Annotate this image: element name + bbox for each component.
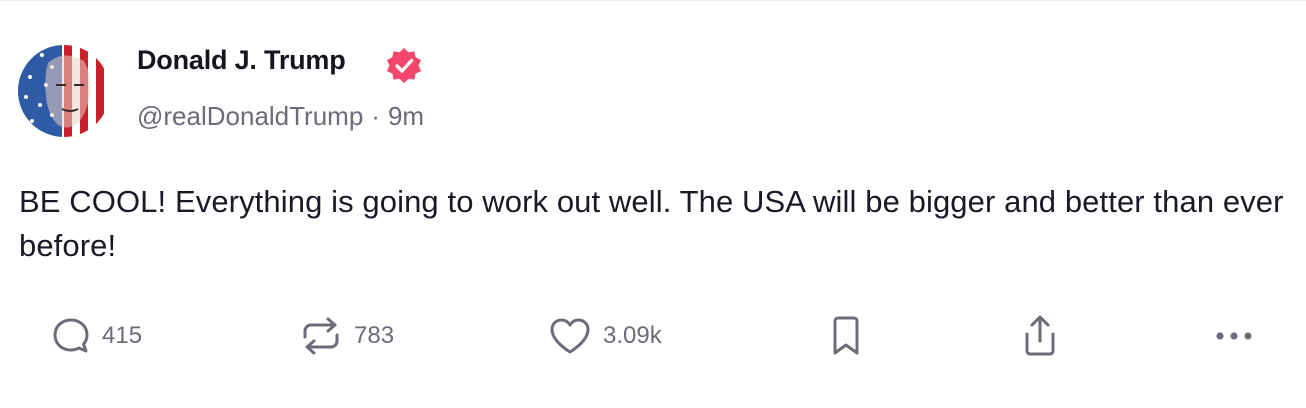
author-meta: @realDonaldTrump · 9m (137, 101, 424, 132)
post-card: Donald J. Trump @realDonaldTrump · 9m BE C… (0, 0, 1306, 408)
repost-button[interactable]: 783 (298, 314, 394, 358)
avatar[interactable] (18, 45, 110, 137)
author-display-name[interactable]: Donald J. Trump (137, 45, 346, 76)
reply-count: 415 (102, 322, 143, 349)
like-button[interactable]: 3.09k (547, 314, 662, 358)
share-button[interactable] (1018, 314, 1062, 358)
author-handle[interactable]: @realDonaldTrump (137, 101, 363, 131)
meta-separator: · (371, 101, 380, 131)
bookmark-icon (826, 314, 866, 358)
more-icon (1212, 326, 1256, 346)
verified-badge-icon (384, 46, 424, 86)
heart-icon (547, 315, 593, 357)
post-timestamp[interactable]: 9m (388, 101, 424, 131)
repost-count: 783 (354, 322, 395, 349)
repost-icon (298, 315, 344, 357)
like-count: 3.09k (603, 322, 662, 349)
more-options-button[interactable] (1212, 314, 1256, 358)
reply-icon (50, 315, 92, 357)
bookmark-button[interactable] (826, 314, 866, 358)
post-text: BE COOL! Everything is going to work out… (19, 184, 1284, 263)
share-icon (1018, 313, 1062, 359)
reply-button[interactable]: 415 (50, 314, 142, 358)
avatar-image (18, 45, 110, 137)
